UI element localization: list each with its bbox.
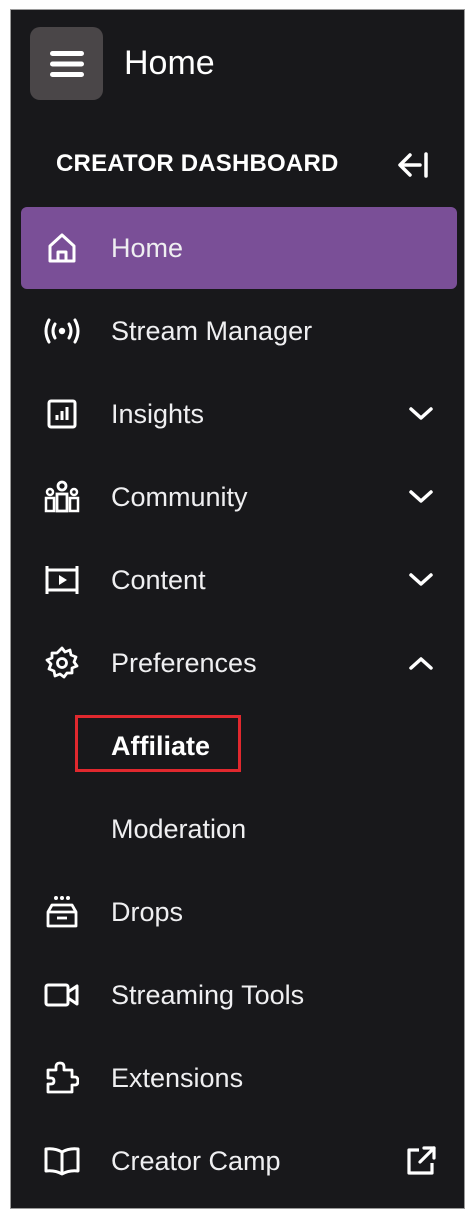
collapse-left-icon bbox=[396, 152, 430, 178]
gear-icon bbox=[43, 644, 81, 682]
sidebar-item-insights[interactable]: Insights bbox=[21, 373, 457, 455]
sidebar-item-creator-camp[interactable]: Creator Camp bbox=[21, 1120, 457, 1202]
chevron-down-icon[interactable] bbox=[404, 480, 438, 514]
sidebar-subitem-label: Moderation bbox=[111, 814, 247, 844]
sidebar-panel: Home CREATOR DASHBOARD Home Stream Manag… bbox=[10, 9, 465, 1209]
sidebar-item-extensions[interactable]: Extensions bbox=[21, 1037, 457, 1119]
highlight-annotation bbox=[75, 715, 241, 772]
sidebar-item-home[interactable]: Home bbox=[21, 207, 457, 289]
drops-icon bbox=[43, 893, 81, 931]
broadcast-icon bbox=[43, 312, 81, 350]
video-camera-icon bbox=[43, 976, 81, 1014]
sidebar-item-label: Drops bbox=[111, 897, 184, 927]
book-icon bbox=[43, 1142, 81, 1180]
community-icon bbox=[43, 478, 81, 516]
chevron-down-icon[interactable] bbox=[404, 563, 438, 597]
insights-icon bbox=[43, 395, 81, 433]
sidebar-item-community[interactable]: Community bbox=[21, 456, 457, 538]
sidebar-item-drops[interactable]: Drops bbox=[21, 871, 457, 953]
menu-button[interactable] bbox=[30, 27, 103, 100]
hamburger-menu-icon bbox=[49, 50, 85, 78]
chevron-up-icon[interactable] bbox=[404, 646, 438, 680]
sidebar-item-label: Community bbox=[111, 482, 248, 512]
sidebar-item-preferences[interactable]: Preferences bbox=[21, 622, 457, 704]
sidebar-item-label: Creator Camp bbox=[111, 1146, 281, 1176]
sidebar-item-streaming-tools[interactable]: Streaming Tools bbox=[21, 954, 457, 1036]
sidebar-subitem-moderation[interactable]: Moderation bbox=[21, 788, 457, 870]
sidebar-item-label: Content bbox=[111, 565, 206, 595]
top-bar: Home bbox=[11, 10, 464, 120]
sidebar-item-label: Insights bbox=[111, 399, 205, 429]
sidebar-item-stream-manager[interactable]: Stream Manager bbox=[21, 290, 457, 372]
external-link-icon[interactable] bbox=[404, 1144, 438, 1178]
collapse-sidebar-button[interactable] bbox=[395, 150, 431, 180]
page-title: Home bbox=[124, 44, 215, 82]
sidebar-item-label: Streaming Tools bbox=[111, 980, 305, 1010]
chevron-down-icon[interactable] bbox=[404, 397, 438, 431]
section-title: CREATOR DASHBOARD bbox=[56, 150, 339, 177]
sidebar-item-content[interactable]: Content bbox=[21, 539, 457, 621]
sidebar-item-label: Extensions bbox=[111, 1063, 244, 1093]
content-icon bbox=[43, 561, 81, 599]
sidebar-item-label: Preferences bbox=[111, 648, 257, 678]
sidebar-item-label: Stream Manager bbox=[111, 316, 313, 346]
home-icon bbox=[43, 229, 81, 267]
puzzle-icon bbox=[43, 1059, 81, 1097]
sidebar-item-label: Home bbox=[111, 233, 184, 263]
